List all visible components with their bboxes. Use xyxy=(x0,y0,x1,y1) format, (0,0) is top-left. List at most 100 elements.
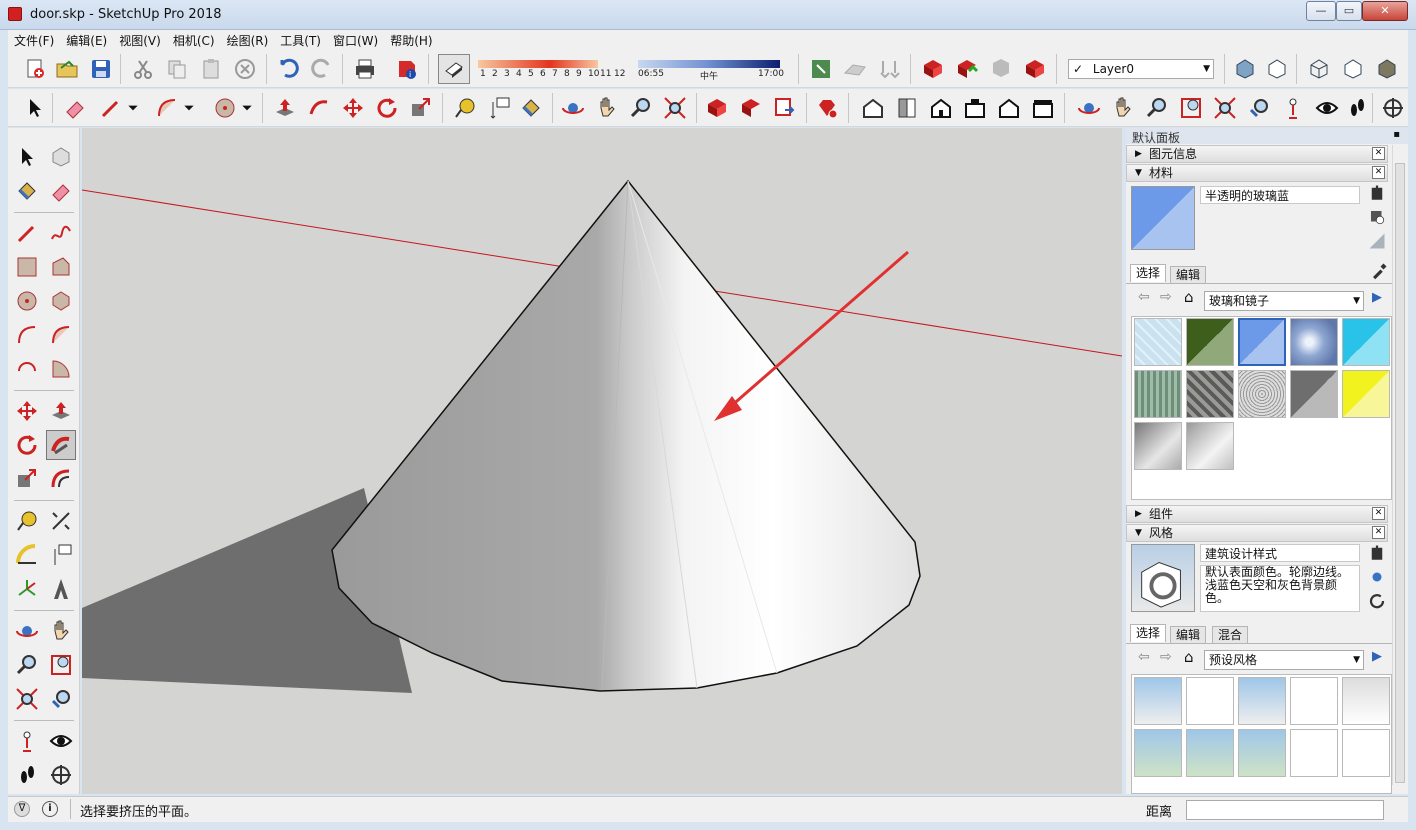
zoom-extents-camera-icon[interactable] xyxy=(1212,95,1238,121)
paint-bucket-icon[interactable] xyxy=(14,178,40,204)
freehand-tool-icon[interactable] xyxy=(48,220,74,246)
maximize-button[interactable]: ▭ xyxy=(1336,1,1362,21)
zoom-tool-icon[interactable] xyxy=(14,652,40,678)
chevron-down-icon[interactable] xyxy=(182,95,196,121)
print-icon[interactable] xyxy=(352,56,378,82)
zoom-window-icon[interactable] xyxy=(1178,95,1204,121)
section-plane-icon[interactable] xyxy=(48,762,74,788)
paint-bucket-icon[interactable] xyxy=(518,95,544,121)
front-view-icon[interactable] xyxy=(928,95,954,121)
previous-view-icon[interactable] xyxy=(1246,95,1272,121)
close-icon[interactable]: ✕ xyxy=(1372,166,1385,179)
layer-select[interactable]: ✓ Layer0 ▼ xyxy=(1068,59,1214,79)
position-camera-icon[interactable] xyxy=(14,728,40,754)
pan-camera-icon[interactable] xyxy=(1110,95,1136,121)
material-swatch[interactable] xyxy=(1134,318,1182,366)
style-description[interactable]: 默认表面颜色。轮廓边线。浅蓝色天空和灰色背景颜色。 xyxy=(1200,565,1360,612)
eyedropper-icon[interactable] xyxy=(1370,262,1388,280)
section-plane-icon[interactable] xyxy=(1380,95,1406,121)
materials-library-select[interactable]: 玻璃和镜子 ▼ xyxy=(1204,291,1364,311)
chevron-down-icon[interactable] xyxy=(126,95,140,121)
circle-tool-icon[interactable] xyxy=(14,288,40,314)
menu-file[interactable]: 文件(F) xyxy=(8,32,60,49)
create-style-icon[interactable] xyxy=(1368,544,1386,562)
update-style-icon[interactable] xyxy=(1368,568,1386,586)
style-thumbnail[interactable] xyxy=(1290,729,1338,777)
select-tool-icon[interactable] xyxy=(14,144,40,170)
rotated-rectangle-icon[interactable] xyxy=(48,254,74,280)
back-view-icon[interactable] xyxy=(996,95,1022,121)
close-icon[interactable]: ✕ xyxy=(1372,507,1385,520)
right-view-icon[interactable] xyxy=(962,95,988,121)
material-name-field[interactable]: 半透明的玻璃蓝 xyxy=(1200,186,1360,204)
share-model-icon[interactable] xyxy=(954,56,980,82)
shaded-icon[interactable] xyxy=(1374,56,1400,82)
material-swatch[interactable] xyxy=(1186,318,1234,366)
scrollbar-thumb[interactable] xyxy=(1395,163,1405,783)
zoom-camera-icon[interactable] xyxy=(1144,95,1170,121)
dimension-tool-icon[interactable] xyxy=(48,508,74,534)
walk-icon[interactable] xyxy=(1344,95,1370,121)
menu-edit[interactable]: 编辑(E) xyxy=(60,32,113,49)
push-pull-tool-icon[interactable] xyxy=(272,95,298,121)
styles-tab-edit[interactable]: 编辑 xyxy=(1170,626,1207,644)
follow-me-tool-active-icon[interactable] xyxy=(46,430,76,460)
menu-view[interactable]: 视图(V) xyxy=(113,32,167,49)
style-thumbnail[interactable] xyxy=(1186,729,1234,777)
pin-icon[interactable]: ▪ xyxy=(1393,129,1400,140)
photo-texture-icon[interactable] xyxy=(876,56,902,82)
panel-styles-header[interactable]: ▼ 风格 ✕ xyxy=(1126,524,1388,542)
3d-warehouse-icon[interactable] xyxy=(920,56,946,82)
iso-view-icon[interactable] xyxy=(860,95,886,121)
zoom-extents-icon[interactable] xyxy=(662,95,688,121)
styles-tab-select[interactable]: 选择 xyxy=(1130,624,1167,642)
material-swatch[interactable] xyxy=(1342,318,1390,366)
menu-tools[interactable]: 工具(T) xyxy=(274,32,327,49)
terrain-icon[interactable] xyxy=(842,56,868,82)
panel-materials-header[interactable]: ▼ 材料 ✕ xyxy=(1126,164,1388,182)
material-swatch[interactable] xyxy=(1290,318,1338,366)
polygon-tool-icon[interactable] xyxy=(48,288,74,314)
warehouse-get-models-icon[interactable] xyxy=(704,95,730,121)
close-icon[interactable]: ✕ xyxy=(1372,526,1385,539)
redo-icon[interactable] xyxy=(308,56,334,82)
text-label-icon[interactable] xyxy=(48,542,74,568)
menu-window[interactable]: 窗口(W) xyxy=(327,32,384,49)
rectangle-tool-icon[interactable] xyxy=(14,254,40,280)
paste-icon[interactable] xyxy=(198,56,224,82)
arc-tool-icon[interactable] xyxy=(154,95,180,121)
material-swatch[interactable] xyxy=(1134,422,1182,470)
style-thumbnail[interactable] xyxy=(1134,677,1182,725)
default-material-icon[interactable] xyxy=(1368,232,1386,250)
push-pull-tool-icon[interactable] xyxy=(48,398,74,424)
follow-me-tool-icon[interactable] xyxy=(306,95,332,121)
tape-measure-icon[interactable] xyxy=(14,508,40,534)
material-swatch[interactable] xyxy=(1238,370,1286,418)
orbit-tool-icon[interactable] xyxy=(14,618,40,644)
material-swatch[interactable] xyxy=(1290,370,1338,418)
refresh-icon[interactable] xyxy=(1368,592,1386,610)
geo-location-icon[interactable]: ᐁ xyxy=(14,801,30,817)
shadow-date-slider[interactable] xyxy=(478,60,598,68)
rotate-tool-icon[interactable] xyxy=(14,432,40,458)
material-swatch[interactable] xyxy=(1342,370,1390,418)
material-swatch[interactable] xyxy=(1186,422,1234,470)
warehouse-share-icon[interactable] xyxy=(738,95,764,121)
model-info-icon[interactable]: i xyxy=(394,56,420,82)
copy-icon[interactable] xyxy=(164,56,190,82)
axes-tool-icon[interactable] xyxy=(14,576,40,602)
modeling-viewport[interactable] xyxy=(82,128,1122,794)
xray-style-icon[interactable] xyxy=(1232,56,1258,82)
scale-tool-icon[interactable] xyxy=(14,466,40,492)
cut-icon[interactable] xyxy=(130,56,156,82)
top-view-icon[interactable] xyxy=(894,95,920,121)
make-component-icon[interactable] xyxy=(48,144,74,170)
orbit-camera-icon[interactable] xyxy=(1076,95,1102,121)
style-name-field[interactable]: 建筑设计样式 xyxy=(1200,544,1360,562)
open-folder-icon[interactable] xyxy=(54,56,80,82)
hidden-line-icon[interactable] xyxy=(1340,56,1366,82)
materials-tab-select[interactable]: 选择 xyxy=(1130,264,1167,282)
materials-tab-edit[interactable]: 编辑 xyxy=(1170,266,1207,284)
back-arrow-icon[interactable]: ⇦ xyxy=(1138,289,1150,305)
styles-tab-mix[interactable]: 混合 xyxy=(1212,626,1249,644)
